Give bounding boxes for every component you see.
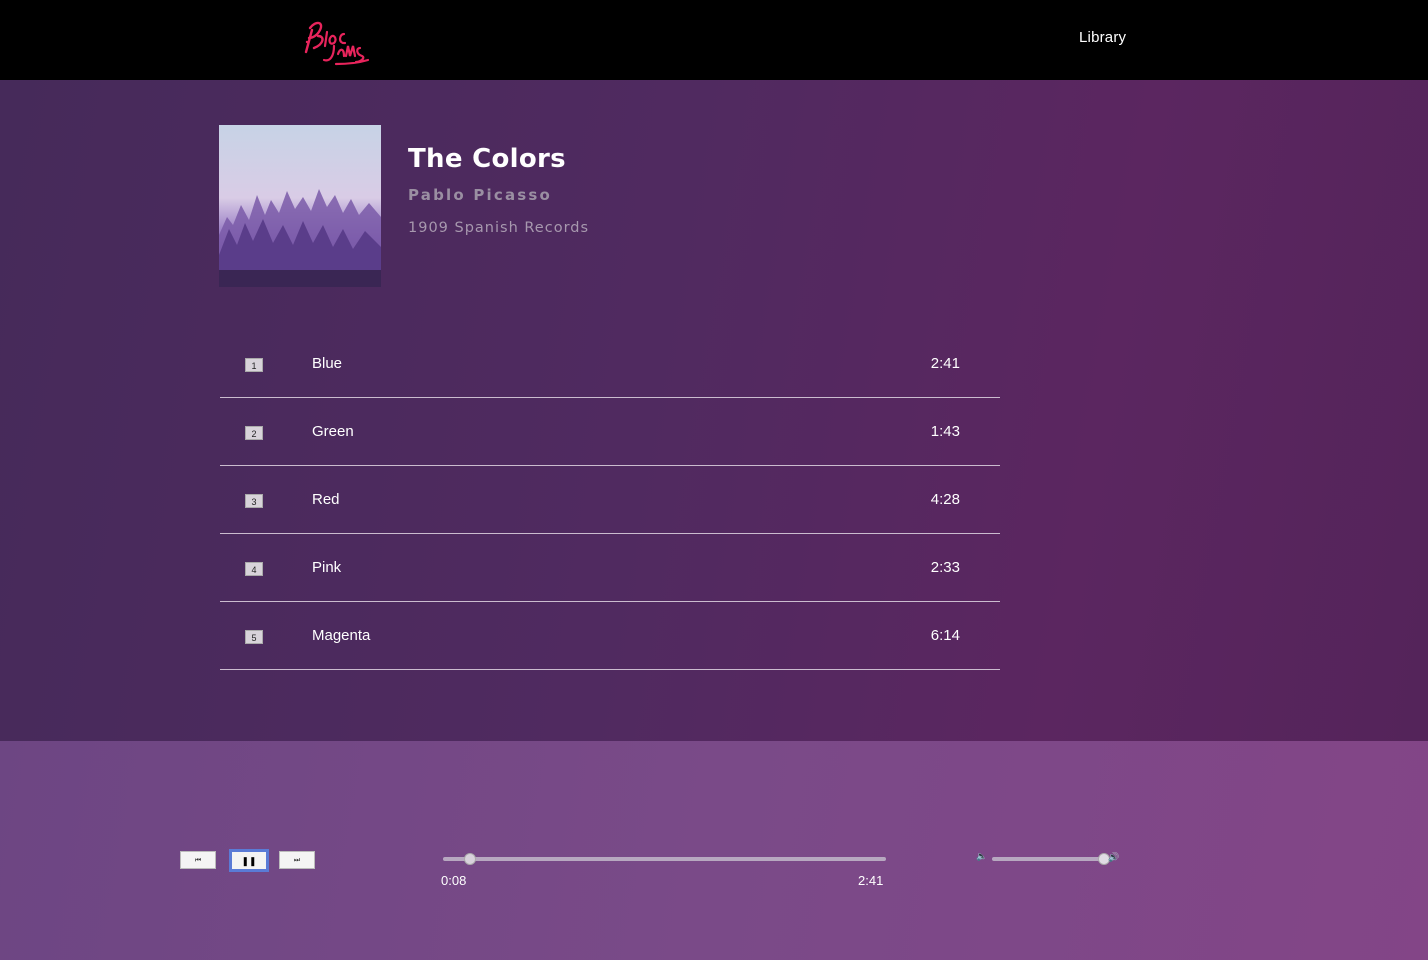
library-link[interactable]: Library [1079,29,1126,46]
song-row[interactable]: 5 Magenta 6:14 [220,601,1000,670]
total-time: 2:41 [858,873,884,888]
song-title: Magenta [312,601,627,670]
song-duration: 4:28 [626,465,1000,534]
play-pause-button[interactable]: ❚❚ [229,849,269,872]
song-title: Green [312,397,627,466]
song-row[interactable]: 3 Red 4:28 [220,465,1000,534]
bloc-jams-logo[interactable] [300,16,372,68]
album-title: The Colors [408,144,566,174]
song-row[interactable]: 2 Green 1:43 [220,397,1000,466]
next-button[interactable]: ⏭ [279,851,315,869]
song-duration: 2:41 [626,330,1000,398]
song-row[interactable]: 1 Blue 2:41 [220,330,1000,398]
song-title: Blue [312,330,627,398]
seek-thumb[interactable] [463,853,476,865]
volume-slider[interactable] [992,853,1110,865]
album-cover-image [219,125,381,287]
song-duration: 6:14 [626,601,1000,670]
player-bar: ⏮ ❚❚ ⏭ 0:08 2:41 🔈 🔊 [0,741,1428,960]
song-row[interactable]: 4 Pink 2:33 [220,533,1000,602]
album-artist: Pablo Picasso [408,186,553,204]
song-number-button[interactable]: 3 [245,494,263,508]
skip-back-icon: ⏮ [194,857,202,864]
song-number-button[interactable]: 4 [245,562,263,576]
song-duration: 2:33 [626,533,1000,602]
top-navbar: Library [0,0,1428,80]
album-view: The Colors Pablo Picasso 1909 Spanish Re… [0,80,1428,741]
song-title: Pink [312,533,627,602]
current-time: 0:08 [441,873,467,888]
pause-icon: ❚❚ [241,856,257,866]
song-number-button[interactable]: 5 [245,630,263,644]
album-release-info: 1909 Spanish Records [408,220,590,236]
previous-button[interactable]: ⏮ [180,851,216,869]
volume-high-icon: 🔊 [1108,852,1120,862]
song-title: Red [312,465,627,534]
song-duration: 1:43 [626,397,1000,466]
seek-bar[interactable] [443,853,886,865]
skip-forward-icon: ⏭ [293,857,301,864]
song-number-button[interactable]: 2 [245,426,263,440]
song-number-button[interactable]: 1 [245,358,263,372]
volume-low-icon: 🔈 [976,851,988,861]
song-list: 1 Blue 2:41 2 Green 1:43 3 Red 4:28 4 Pi… [220,330,1000,670]
